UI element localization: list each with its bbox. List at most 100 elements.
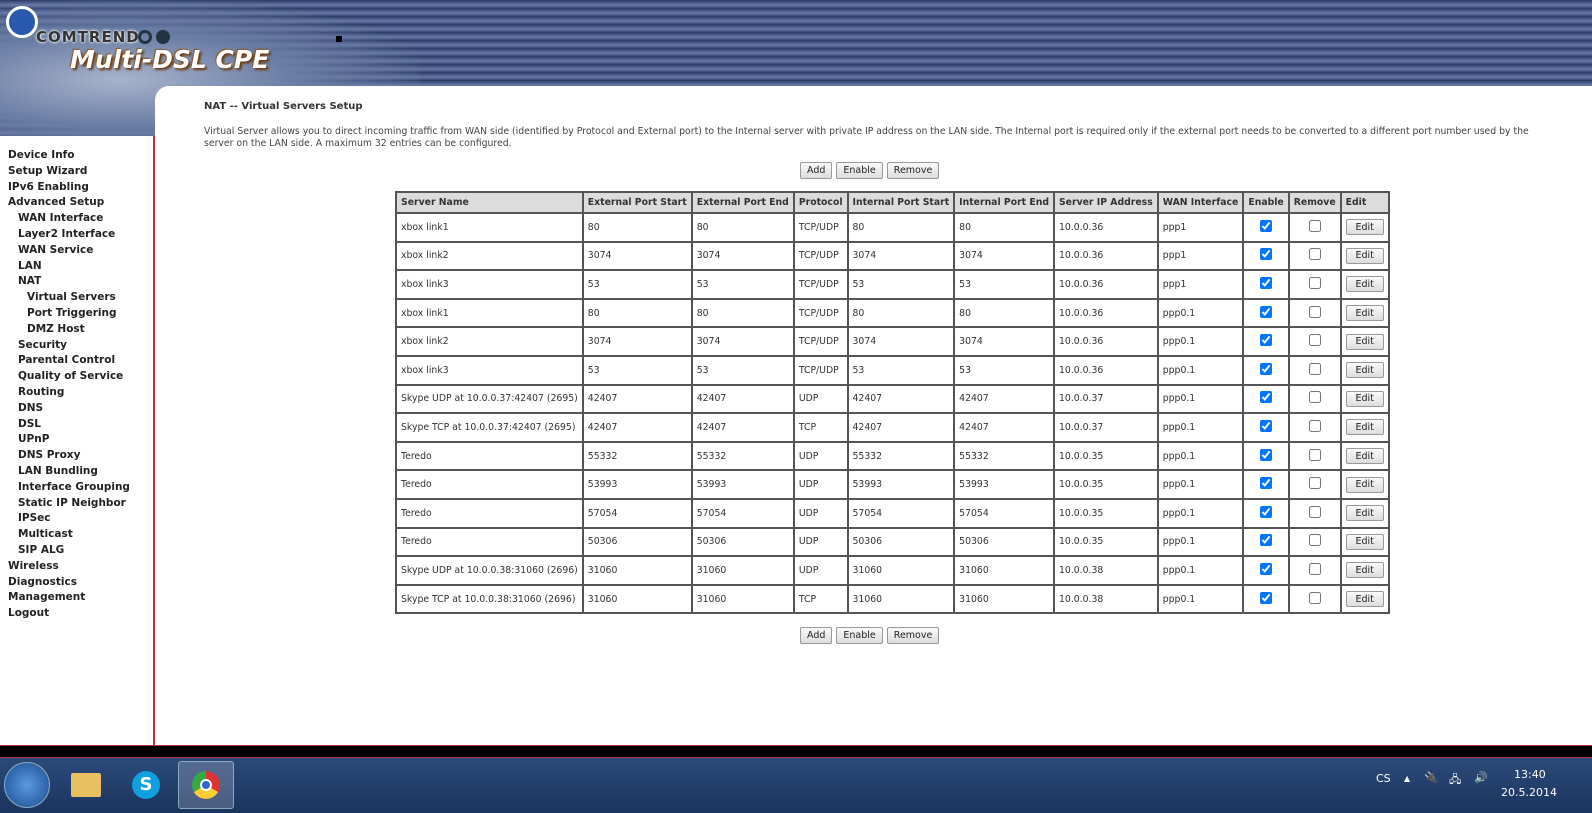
enable-button[interactable]: Enable bbox=[836, 627, 883, 644]
sidebar-item-lan-bundling[interactable]: LAN Bundling bbox=[0, 464, 153, 480]
edit-button[interactable]: Edit bbox=[1345, 562, 1384, 579]
remove-checkbox[interactable] bbox=[1308, 419, 1321, 432]
add-button[interactable]: Add bbox=[800, 627, 833, 644]
sidebar-item-diagnostics[interactable]: Diagnostics bbox=[0, 575, 153, 591]
table-cell: 53 bbox=[690, 354, 795, 386]
remove-checkbox[interactable] bbox=[1308, 219, 1321, 232]
enable-checkbox[interactable] bbox=[1260, 591, 1273, 604]
enable-button[interactable]: Enable bbox=[836, 162, 883, 179]
sidebar-item-ipv6-enabling[interactable]: IPv6 Enabling bbox=[0, 180, 153, 196]
edit-button[interactable]: Edit bbox=[1345, 419, 1384, 436]
edit-button[interactable]: Edit bbox=[1345, 448, 1384, 465]
show-hidden-icons-button[interactable]: ▲ bbox=[1404, 774, 1410, 783]
edit-button[interactable]: Edit bbox=[1345, 333, 1384, 350]
remove-checkbox[interactable] bbox=[1308, 391, 1321, 404]
sidebar-item-dmz-host[interactable]: DMZ Host bbox=[0, 322, 153, 338]
enable-cell bbox=[1242, 354, 1290, 386]
volume-icon[interactable]: 🔊 bbox=[1474, 771, 1488, 784]
table-row: Skype UDP at 10.0.0.37:42407 (2695) 42407… bbox=[395, 383, 1390, 415]
enable-checkbox[interactable] bbox=[1260, 477, 1273, 490]
enable-checkbox[interactable] bbox=[1260, 448, 1273, 461]
remove-checkbox[interactable] bbox=[1308, 248, 1321, 261]
table-cell: ppp0.1 bbox=[1156, 469, 1245, 500]
edit-button[interactable]: Edit bbox=[1345, 533, 1384, 550]
chrome-taskbar-button[interactable] bbox=[178, 761, 234, 809]
table-cell: Skype TCP at 10.0.0.38:31060 (2696) bbox=[395, 583, 584, 615]
sidebar-item-routing[interactable]: Routing bbox=[0, 385, 153, 401]
remove-checkbox[interactable] bbox=[1308, 276, 1321, 289]
sidebar-item-wireless[interactable]: Wireless bbox=[0, 559, 153, 575]
sidebar-item-parental-control[interactable]: Parental Control bbox=[0, 353, 153, 369]
clock-date[interactable]: 20.5.2014 bbox=[1501, 786, 1557, 799]
enable-checkbox[interactable] bbox=[1260, 419, 1273, 432]
remove-checkbox[interactable] bbox=[1308, 448, 1321, 461]
edit-button[interactable]: Edit bbox=[1345, 476, 1384, 493]
sidebar-item-ipsec[interactable]: IPSec bbox=[0, 511, 153, 527]
enable-checkbox[interactable] bbox=[1260, 505, 1273, 518]
remove-checkbox[interactable] bbox=[1308, 362, 1321, 375]
language-indicator[interactable]: CS bbox=[1376, 772, 1391, 785]
remove-checkbox[interactable] bbox=[1308, 534, 1321, 547]
remove-checkbox[interactable] bbox=[1308, 305, 1321, 318]
sidebar-item-dsl[interactable]: DSL bbox=[0, 417, 153, 433]
edit-button[interactable]: Edit bbox=[1345, 362, 1384, 379]
sidebar-item-lan[interactable]: LAN bbox=[0, 259, 153, 275]
sidebar-item-security[interactable]: Security bbox=[0, 338, 153, 354]
table-cell: 42407 bbox=[581, 412, 693, 443]
remove-cell bbox=[1287, 555, 1342, 586]
power-icon[interactable]: 🔌 bbox=[1424, 771, 1438, 784]
enable-checkbox[interactable] bbox=[1260, 276, 1273, 289]
sidebar-item-quality-of-service[interactable]: Quality of Service bbox=[0, 369, 153, 385]
sidebar-item-device-info[interactable]: Device Info bbox=[0, 148, 153, 164]
enable-checkbox[interactable] bbox=[1260, 219, 1273, 232]
remove-button[interactable]: Remove bbox=[886, 162, 940, 179]
edit-button[interactable]: Edit bbox=[1345, 276, 1384, 293]
sidebar-item-upnp[interactable]: UPnP bbox=[0, 432, 153, 448]
edit-button[interactable]: Edit bbox=[1345, 305, 1384, 322]
edit-button[interactable]: Edit bbox=[1345, 390, 1384, 407]
sidebar-item-dns[interactable]: DNS bbox=[0, 401, 153, 417]
skype-taskbar-button[interactable]: S bbox=[118, 761, 174, 809]
sidebar-item-advanced-setup[interactable]: Advanced Setup bbox=[0, 195, 153, 211]
table-cell: 31060 bbox=[846, 555, 956, 586]
sidebar-item-sip-alg[interactable]: SIP ALG bbox=[0, 543, 153, 559]
remove-checkbox[interactable] bbox=[1308, 334, 1321, 347]
explorer-taskbar-button[interactable] bbox=[58, 761, 114, 809]
start-button[interactable] bbox=[4, 762, 50, 808]
remove-checkbox[interactable] bbox=[1308, 562, 1321, 575]
sidebar-item-logout[interactable]: Logout bbox=[0, 606, 153, 622]
remove-button[interactable]: Remove bbox=[886, 627, 940, 644]
add-button[interactable]: Add bbox=[800, 162, 833, 179]
sidebar-item-static-ip-neighbor[interactable]: Static IP Neighbor bbox=[0, 496, 153, 512]
edit-button[interactable]: Edit bbox=[1345, 591, 1384, 608]
sidebar-item-wan-interface[interactable]: WAN Interface bbox=[0, 211, 153, 227]
remove-checkbox[interactable] bbox=[1308, 477, 1321, 490]
edit-button[interactable]: Edit bbox=[1345, 219, 1384, 236]
sidebar-item-setup-wizard[interactable]: Setup Wizard bbox=[0, 164, 153, 180]
edit-button[interactable]: Edit bbox=[1345, 505, 1384, 522]
enable-checkbox[interactable] bbox=[1260, 248, 1273, 261]
remove-checkbox[interactable] bbox=[1308, 591, 1321, 604]
edit-button[interactable]: Edit bbox=[1345, 247, 1384, 264]
enable-checkbox[interactable] bbox=[1260, 534, 1273, 547]
sidebar-item-management[interactable]: Management bbox=[0, 590, 153, 606]
sidebar-item-virtual-servers[interactable]: Virtual Servers bbox=[0, 290, 153, 306]
enable-checkbox[interactable] bbox=[1260, 362, 1273, 375]
sidebar-item-interface-grouping[interactable]: Interface Grouping bbox=[0, 480, 153, 496]
enable-checkbox[interactable] bbox=[1260, 305, 1273, 318]
table-cell: 31060 bbox=[690, 555, 795, 586]
sidebar-item-layer2-interface[interactable]: Layer2 Interface bbox=[0, 227, 153, 243]
remove-checkbox[interactable] bbox=[1308, 505, 1321, 518]
sidebar-item-multicast[interactable]: Multicast bbox=[0, 527, 153, 543]
enable-checkbox[interactable] bbox=[1260, 562, 1273, 575]
sidebar-item-port-triggering[interactable]: Port Triggering bbox=[0, 306, 153, 322]
sidebar-item-wan-service[interactable]: WAN Service bbox=[0, 243, 153, 259]
table-cell: Skype UDP at 10.0.0.37:42407 (2695) bbox=[395, 383, 584, 415]
table-cell: xbox link1 bbox=[395, 297, 584, 329]
enable-checkbox[interactable] bbox=[1260, 391, 1273, 404]
enable-checkbox[interactable] bbox=[1260, 334, 1273, 347]
clock-time[interactable]: 13:40 bbox=[1514, 768, 1546, 781]
sidebar-item-nat[interactable]: NAT bbox=[0, 274, 153, 290]
sidebar-item-dns-proxy[interactable]: DNS Proxy bbox=[0, 448, 153, 464]
network-icon[interactable]: 🖧 bbox=[1449, 771, 1461, 790]
